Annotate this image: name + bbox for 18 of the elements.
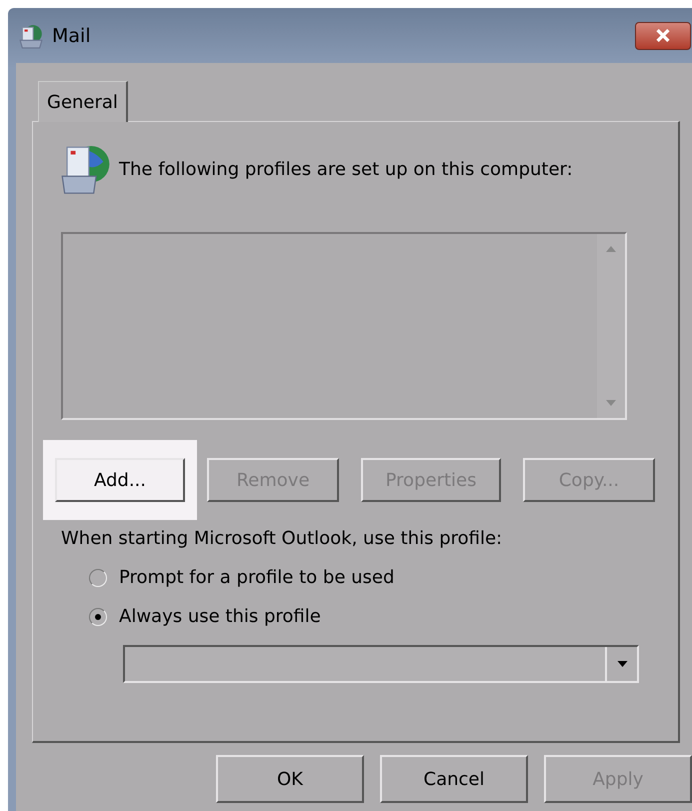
startup-label: When starting Microsoft Outlook, use this profile: (61, 528, 504, 549)
scroll-down-icon (606, 400, 616, 406)
mail-globe-icon (18, 22, 44, 48)
scroll-up-icon (606, 246, 616, 252)
radio-button[interactable] (89, 608, 107, 626)
scrollbar[interactable] (597, 234, 625, 418)
close-icon (655, 29, 671, 42)
dialog-button[interactable]: Cancel (380, 755, 528, 803)
close-button[interactable] (635, 22, 691, 50)
tab[interactable]: General (38, 81, 128, 122)
intro-text: The following profiles are set up on this computer: (119, 158, 573, 180)
dialog-button[interactable]: OK (216, 755, 364, 803)
caret-icon (616, 661, 628, 667)
radio-label[interactable]: Always use this profile (119, 606, 321, 627)
radio-label[interactable]: Prompt for a profile to be used (119, 567, 394, 588)
radio-button[interactable] (89, 568, 107, 586)
profile-button[interactable]: Add... (55, 458, 185, 502)
window-title: Mail (52, 24, 91, 46)
